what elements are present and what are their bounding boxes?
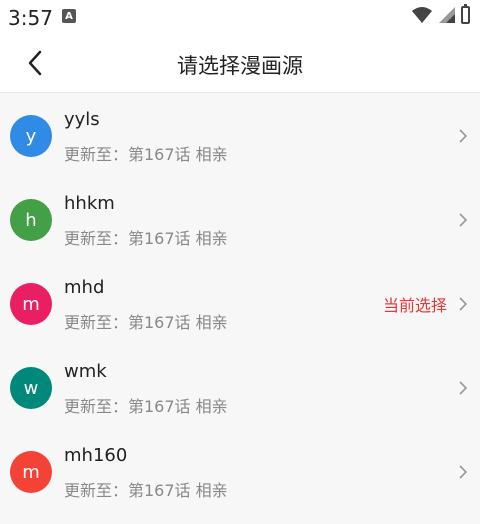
source-name: yyls xyxy=(64,109,100,130)
avatar: h xyxy=(10,199,52,241)
source-name: hhkm xyxy=(64,193,115,214)
chevron-right-icon xyxy=(459,465,468,479)
avatar: y xyxy=(10,115,52,157)
source-update: 更新至：第167话 相亲 xyxy=(64,145,228,164)
source-update: 更新至：第167话 相亲 xyxy=(64,397,228,416)
list-item[interactable]: h hhkm 更新至：第167话 相亲 xyxy=(0,179,480,263)
avatar: m xyxy=(10,451,52,493)
chevron-right-icon xyxy=(459,213,468,227)
list-item[interactable]: m mhd 更新至：第167话 相亲 当前选择 xyxy=(0,263,480,347)
status-icons xyxy=(411,4,470,24)
list-item[interactable]: y yyls 更新至：第167话 相亲 xyxy=(0,95,480,179)
source-list: y yyls 更新至：第167话 相亲 h hhkm 更新至：第167话 相亲 … xyxy=(0,95,480,515)
battery-icon xyxy=(461,4,470,24)
page-title: 请选择漫画源 xyxy=(177,54,303,78)
header: 请选择漫画源 xyxy=(0,34,480,93)
source-update: 更新至：第167话 相亲 xyxy=(64,313,228,332)
wifi-icon xyxy=(412,7,432,23)
notification-a-icon: A xyxy=(62,9,76,23)
chevron-right-icon xyxy=(459,297,468,311)
status-time: 3:57 xyxy=(8,6,53,30)
source-update: 更新至：第167话 相亲 xyxy=(64,229,228,248)
signal-icon xyxy=(439,7,455,23)
back-arrow-icon[interactable] xyxy=(20,46,52,80)
list-item[interactable]: m mh160 更新至：第167话 相亲 xyxy=(0,431,480,515)
chevron-right-icon xyxy=(459,381,468,395)
current-selection-label: 当前选择 xyxy=(382,296,447,315)
status-bar: 3:57 A xyxy=(0,0,480,34)
source-name: mhd xyxy=(64,277,105,298)
source-name: wmk xyxy=(64,361,107,382)
avatar: w xyxy=(10,367,52,409)
source-update: 更新至：第167话 相亲 xyxy=(64,481,228,500)
chevron-right-icon xyxy=(459,129,468,143)
source-name: mh160 xyxy=(64,445,128,466)
list-item[interactable]: w wmk 更新至：第167话 相亲 xyxy=(0,347,480,431)
avatar: m xyxy=(10,283,52,325)
